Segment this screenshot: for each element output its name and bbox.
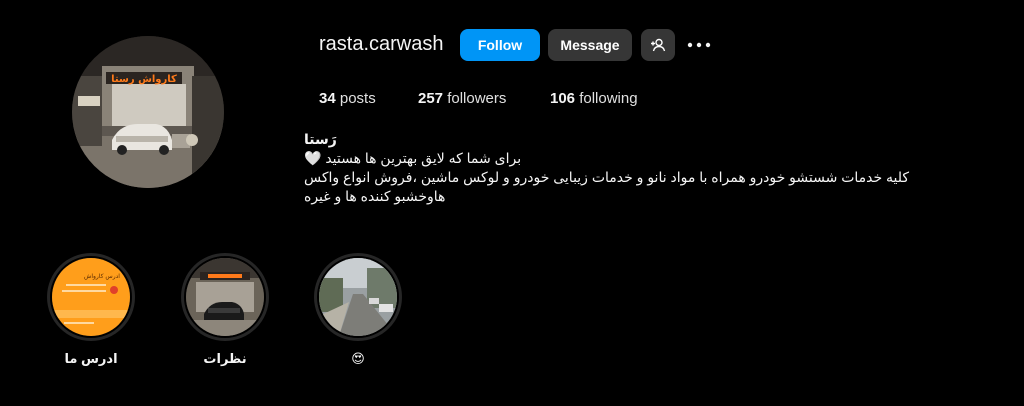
posts-count: 34 [319,90,336,107]
followers-label: followers [447,90,507,107]
highlight-cover [317,256,399,338]
address-card-cover: ادرس کارواش [52,258,130,336]
suggested-accounts-button[interactable] [641,29,675,61]
posts-count-stat: 34 posts [319,90,376,108]
following-label: following [579,90,638,107]
carwash-photo: کارواش رستا [72,36,224,188]
bio-line: هاوخشبو کننده ها و غیره [304,188,446,204]
followers-count: 257 [418,90,444,107]
street-view-cover [319,258,397,336]
more-horizontal-icon [687,42,711,48]
highlight-emoji[interactable]: 😍 [314,253,402,367]
highlight-cover [184,256,266,338]
highlight-address[interactable]: ادرس کارواش ادرس ما [47,253,135,367]
message-button[interactable]: Message [548,29,632,61]
posts-label: posts [339,90,376,107]
highlight-ring [181,253,269,341]
highlight-reviews[interactable]: نظرات [181,253,269,367]
highlight-label: نظرات [203,351,247,366]
following-link[interactable]: 106 following [550,90,638,108]
profile-avatar[interactable]: کارواش رستا [72,36,224,188]
bio-display-name: رَستا [304,131,337,147]
following-count: 106 [550,90,576,107]
highlight-cover-text: ادرس کارواش [84,273,120,280]
carwash-entrance-cover [186,258,264,336]
person-add-icon [651,38,666,52]
highlight-label: 😍 [351,351,365,366]
followers-link[interactable]: 257 followers [418,90,506,108]
highlight-label: ادرس ما [64,351,118,366]
options-button[interactable] [686,36,712,54]
profile-bio: رَستا برای شما که لایق بهترین ها هستید 🤍… [304,130,944,206]
avatar-sign-text: کارواش رستا [111,74,177,85]
highlight-cover: ادرس کارواش [50,256,132,338]
profile-username: rasta.carwash [319,33,444,55]
highlight-ring [314,253,402,341]
highlight-ring: ادرس کارواش [47,253,135,341]
bio-line: کلیه خدمات شستشو خودرو همراه با مواد نان… [304,169,910,185]
follow-button[interactable]: Follow [460,29,540,61]
bio-line: برای شما که لایق بهترین ها هستید 🤍 [304,150,522,166]
